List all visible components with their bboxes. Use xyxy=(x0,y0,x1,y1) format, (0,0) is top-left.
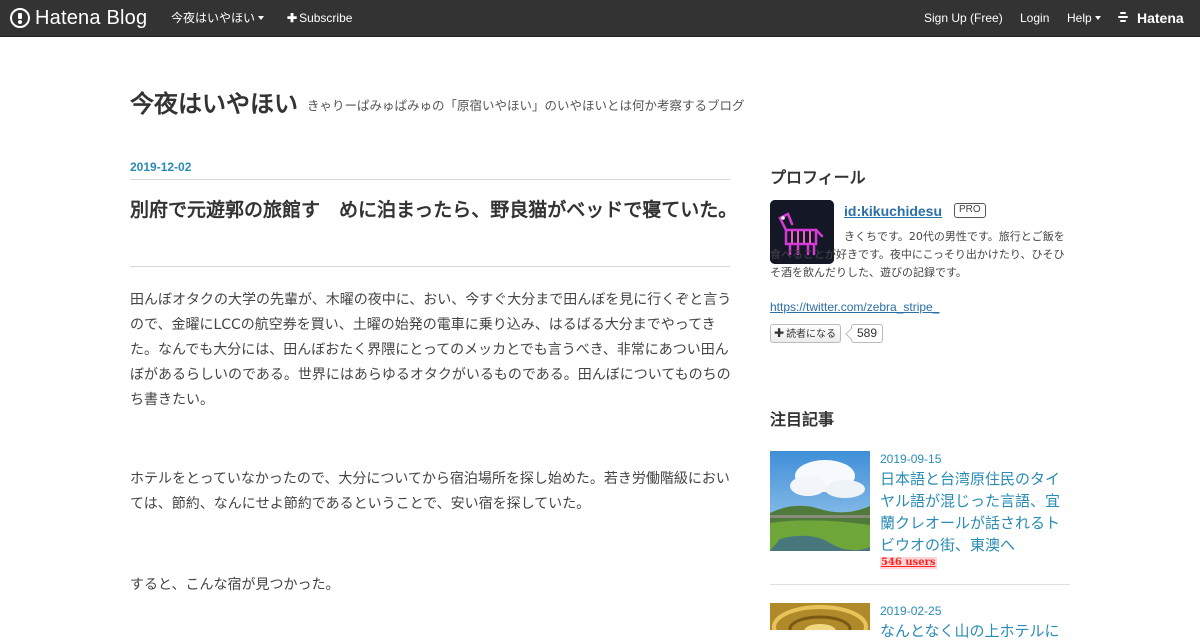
chevron-down-icon xyxy=(258,16,265,20)
blog-description: きゃりーぱみゅぱみゅの「原宿いやほい」のいやほいとは何か考察するブログ xyxy=(307,98,745,113)
article-title[interactable]: 別府で元遊郭の旅館す めに泊まったら、野良猫がベッドで寝ていた。 xyxy=(130,194,740,226)
hatena-mark-icon xyxy=(1118,11,1134,25)
featured-heading: 注目記事 xyxy=(770,410,835,429)
hatena-link[interactable]: Hatena xyxy=(1137,0,1184,37)
blog-menu-dropdown[interactable]: 今夜はいやほい xyxy=(171,0,265,37)
profile-twitter-link[interactable]: https://twitter.com/zebra_stripe_ xyxy=(770,300,939,314)
entry-date[interactable]: 2019-02-25 xyxy=(880,604,941,618)
help-dropdown[interactable]: Help xyxy=(1067,0,1101,37)
login-link[interactable]: Login xyxy=(1020,0,1049,37)
plus-icon: ✚ xyxy=(287,11,298,25)
article-date[interactable]: 2019-12-02 xyxy=(130,160,191,174)
blog-menu-label: 今夜はいやほい xyxy=(171,11,256,25)
landscape-photo xyxy=(770,451,870,551)
divider xyxy=(770,584,1070,585)
profile-description: きくちです。20代の男性です。旅行とご飯を食べることが好きです。夜中にこっそり出… xyxy=(770,230,1065,279)
bookmark-count[interactable]: 546 users xyxy=(880,557,937,569)
help-label: Help xyxy=(1067,11,1092,25)
subscribe-reader-button[interactable]: ✚ 読者になる xyxy=(770,324,842,343)
pro-badge: PRO xyxy=(954,203,986,218)
divider xyxy=(130,266,730,267)
article-paragraph: 田んぼオタクの大学の先輩が、木曜の夜中に、おい、今すぐ大分まで田んぼを見に行くぞ… xyxy=(130,292,732,408)
brand-name: Hatena Blog xyxy=(35,6,148,29)
divider xyxy=(130,179,730,180)
food-photo xyxy=(770,603,870,630)
entry-date[interactable]: 2019-09-15 xyxy=(880,452,941,466)
hatena-blog-logo[interactable]: Hatena Blog xyxy=(10,7,147,29)
reader-count-badge[interactable]: 589 xyxy=(851,324,884,343)
entry-title[interactable]: 日本語と台湾原住民のタイヤル語が混じった言語、宜蘭クレオールが話されるトビウオの… xyxy=(880,468,1070,556)
hatena-logo-icon xyxy=(10,8,30,28)
profile-id-link[interactable]: id:kikuchidesu xyxy=(844,203,942,219)
blog-title[interactable]: 今夜はいやほい xyxy=(130,84,298,119)
article-paragraph: ホテルをとっていなかったので、大分についてから宿泊場所を探し始めた。若き労働階級… xyxy=(130,471,730,512)
subscribe-label: Subscribe xyxy=(299,11,353,25)
entry-thumbnail[interactable] xyxy=(770,603,870,630)
profile-heading: プロフィール xyxy=(770,168,866,187)
subscribe-reader-label: 読者になる xyxy=(786,329,837,340)
entry-thumbnail[interactable] xyxy=(770,451,870,551)
chevron-down-icon xyxy=(1094,16,1101,20)
subscribe-button[interactable]: ✚ Subscribe xyxy=(287,0,352,37)
entry-title[interactable]: なんとなく山の上ホテルに xyxy=(880,620,1070,642)
global-header: Hatena Blog 今夜はいやほい ✚ Subscribe Sign Up (… xyxy=(0,0,1200,37)
plus-icon: ✚ xyxy=(774,326,785,340)
article-paragraph: すると、こんな宿が見つかった。 xyxy=(130,577,340,593)
signup-link[interactable]: Sign Up (Free) xyxy=(924,0,1003,37)
